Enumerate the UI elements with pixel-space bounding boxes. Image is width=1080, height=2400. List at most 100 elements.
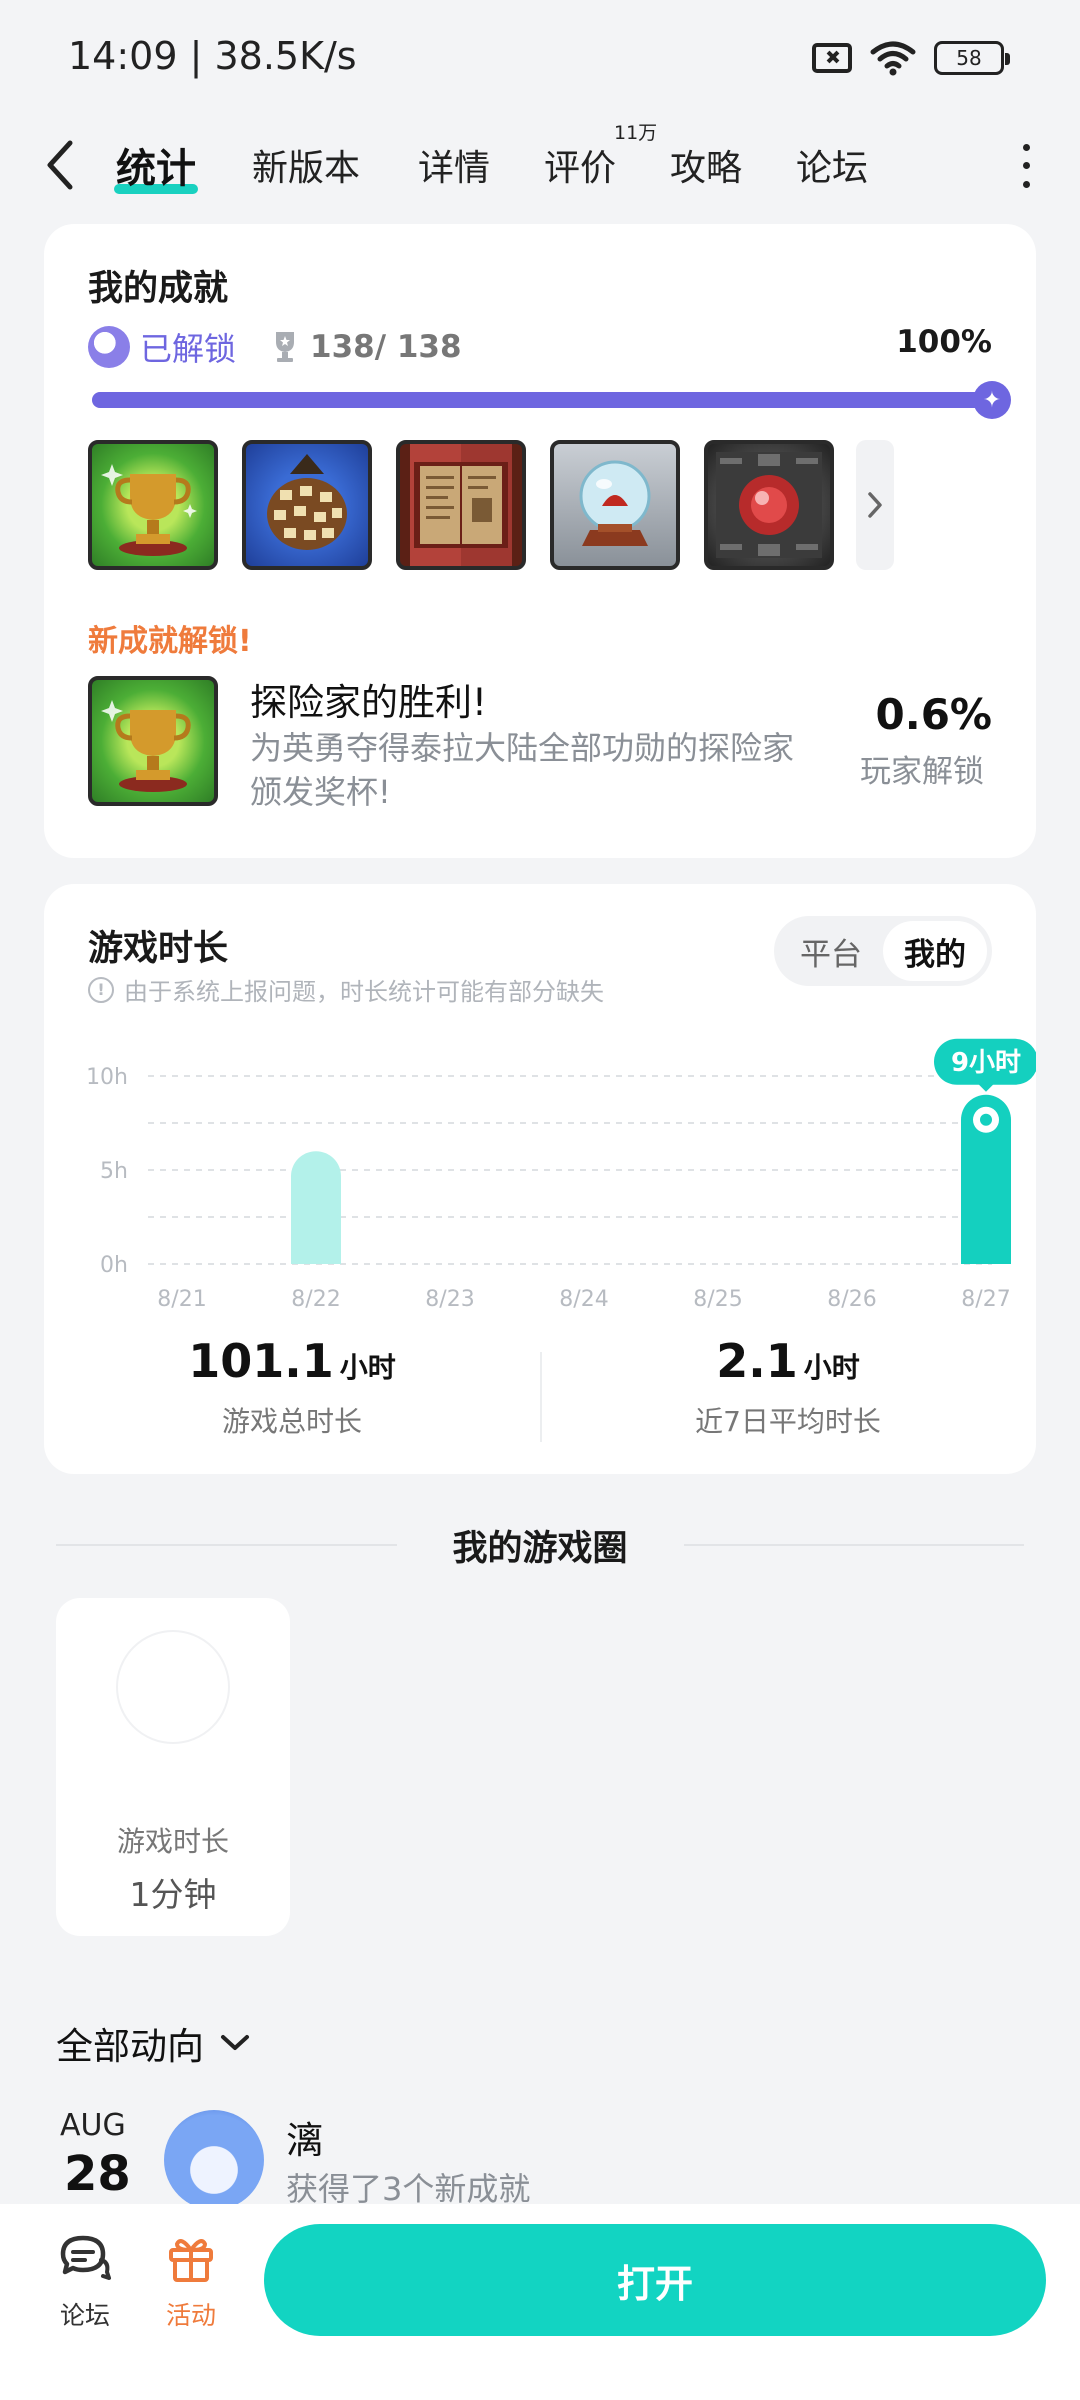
game-circle-card[interactable]: 游戏时长 1分钟 bbox=[56, 1598, 290, 1936]
more-dot bbox=[1022, 143, 1030, 151]
bar bbox=[291, 1151, 341, 1264]
crystal-ball-badge-icon[interactable] bbox=[550, 440, 680, 570]
divider-line bbox=[683, 1544, 1025, 1546]
new-achievement-description: 为英勇夺得泰拉大陆全部功勋的探险家颁发奖杯! bbox=[250, 729, 795, 811]
reviews-count-badge: 11万 bbox=[614, 122, 658, 144]
avg-playtime-label: 近7日平均时长 bbox=[695, 1405, 881, 1438]
achievements-title: 我的成就 bbox=[88, 269, 229, 309]
feed-date-day: 28 bbox=[64, 2146, 131, 2202]
circle-card-value: 1分钟 bbox=[129, 1875, 217, 1914]
more-dot bbox=[1022, 181, 1030, 189]
open-game-button[interactable]: 打开 bbox=[264, 2224, 1046, 2336]
y-tick-label: 0h bbox=[100, 1253, 128, 1278]
tab-stats[interactable]: 统计 bbox=[114, 130, 198, 200]
gift-icon bbox=[169, 2239, 213, 2282]
tab-new-version-label: 新版本 bbox=[252, 148, 361, 189]
user-avatar[interactable] bbox=[164, 2110, 264, 2210]
feed-username[interactable]: 漓 bbox=[286, 2110, 323, 2164]
new-achievement-badge-icon[interactable] bbox=[88, 676, 218, 806]
back-arrow-icon bbox=[47, 140, 73, 190]
wifi-icon bbox=[870, 40, 916, 76]
feed-date-month: AUG bbox=[60, 2108, 126, 2143]
book-art bbox=[414, 462, 508, 548]
playtime-card: 游戏时长 平台 我的 ! 由于系统上报问题，时长统计可能有部分缺失 0h 5h 10… bbox=[44, 884, 1036, 1474]
playtime-scope-toggle[interactable]: 平台 我的 bbox=[774, 916, 992, 986]
x-tick-label: 8/21 bbox=[157, 1287, 206, 1312]
game-circle-header: 我的游戏圈 bbox=[56, 1520, 1025, 1570]
total-playtime: 101.1 小时 游戏总时长 bbox=[44, 1334, 540, 1440]
achievement-progress-fill bbox=[92, 392, 992, 408]
tab-stats-label: 统计 bbox=[116, 146, 196, 192]
bar-highlight-marker-dot bbox=[980, 1113, 992, 1126]
divider-line bbox=[56, 1544, 397, 1546]
circle-placeholder-icon bbox=[116, 1630, 230, 1744]
x-tick-label: 8/25 bbox=[693, 1287, 742, 1312]
x-tick-label: 8/27 bbox=[961, 1287, 1010, 1312]
forum-label: 论坛 bbox=[59, 2301, 110, 2330]
top-nav: 统计 新版本 详情 评价 11万 攻略 论坛 bbox=[0, 116, 1080, 226]
more-badges-button[interactable] bbox=[856, 440, 894, 570]
tab-reviews[interactable]: 评价 bbox=[544, 130, 616, 200]
unlock-mascot-icon bbox=[88, 326, 130, 368]
crystal-ball-art bbox=[579, 460, 651, 546]
tab-details-label: 详情 bbox=[418, 148, 491, 189]
treasure-bag-art bbox=[267, 454, 347, 550]
new-achievement-rarity-label: 玩家解锁 bbox=[860, 754, 984, 790]
book-badge-icon[interactable] bbox=[396, 440, 526, 570]
x-tick-label: 8/26 bbox=[827, 1287, 876, 1312]
tab-details[interactable]: 详情 bbox=[418, 130, 490, 200]
status-time: 14:09 | 38.5K/s bbox=[68, 34, 357, 78]
x-tick-label: 8/22 bbox=[291, 1287, 340, 1312]
new-achievement-title: 探险家的胜利! bbox=[250, 681, 487, 724]
x-tick-label: 8/24 bbox=[559, 1287, 608, 1312]
back-button[interactable] bbox=[44, 130, 88, 200]
game-circle-title: 我的游戏圈 bbox=[452, 1528, 628, 1569]
total-playtime-unit: 小时 bbox=[339, 1351, 396, 1384]
battery-level: 58 bbox=[956, 46, 982, 70]
new-achievement-label: 新成就解锁! bbox=[88, 624, 252, 659]
feed-filter-dropdown[interactable]: 全部动向 bbox=[56, 2016, 250, 2070]
toggle-mine[interactable]: 我的 bbox=[883, 921, 987, 981]
bar-tooltip-pointer bbox=[978, 1083, 994, 1092]
achievement-badges bbox=[88, 440, 894, 570]
chevron-down-icon bbox=[221, 2035, 249, 2050]
red-gem-badge-icon[interactable] bbox=[704, 440, 834, 570]
playtime-title: 游戏时长 bbox=[88, 929, 229, 969]
avg-playtime-unit: 小时 bbox=[803, 1351, 860, 1384]
status-bar: 14:09 | 38.5K/s 58 bbox=[0, 0, 1080, 116]
more-menu-button[interactable] bbox=[1016, 138, 1036, 194]
achievement-percent: 100% bbox=[896, 324, 992, 360]
tab-new-version[interactable]: 新版本 bbox=[252, 130, 360, 200]
avg-playtime: 2.1 小时 近7日平均时长 bbox=[540, 1334, 1036, 1440]
new-achievement-rarity: 0.6% bbox=[875, 690, 992, 739]
x-tick-label: 8/23 bbox=[425, 1287, 474, 1312]
more-dot bbox=[1022, 162, 1030, 170]
circle-card-label: 游戏时长 bbox=[116, 1825, 229, 1858]
y-tick-label: 5h bbox=[100, 1159, 128, 1184]
playtime-notice: ! 由于系统上报问题，时长统计可能有部分缺失 bbox=[88, 972, 604, 1007]
achievement-progress-bar: ✦ bbox=[92, 381, 1011, 419]
toggle-platform[interactable]: 平台 bbox=[779, 921, 883, 981]
progress-sparkle-icon: ✦ bbox=[973, 381, 1011, 419]
total-playtime-label: 游戏总时长 bbox=[221, 1405, 362, 1438]
achievement-count: 138/ 138 bbox=[310, 329, 462, 365]
chevron-right-icon bbox=[868, 492, 882, 518]
forum-button[interactable]: 论坛 bbox=[40, 2232, 130, 2332]
tab-guides[interactable]: 攻略 bbox=[670, 130, 742, 200]
unlock-row: 已解锁 138/ 138 bbox=[88, 324, 462, 370]
activity-button[interactable]: 活动 bbox=[146, 2232, 236, 2332]
red-gem-art bbox=[716, 452, 822, 558]
bar-tooltip-label: 9小时 bbox=[951, 1048, 1021, 1078]
treasure-bag-badge-icon[interactable] bbox=[242, 440, 372, 570]
battery-icon: 58 bbox=[934, 41, 1010, 75]
trophy-badge-icon[interactable] bbox=[88, 440, 218, 570]
trophy-badge-art bbox=[101, 464, 197, 556]
tab-reviews-label: 评价 bbox=[544, 148, 617, 189]
bottom-action-bar: 论坛 活动 打开 bbox=[0, 2204, 1080, 2400]
tab-forum[interactable]: 论坛 bbox=[796, 130, 868, 200]
tab-forum-label: 论坛 bbox=[796, 148, 869, 189]
feed-filter-label: 全部动向 bbox=[56, 2025, 204, 2068]
achievements-card[interactable]: 我的成就 已解锁 138/ 138 100% ✦ 新成就解锁! 探险家的胜利! … bbox=[44, 224, 1036, 858]
forum-chat-icon bbox=[60, 2235, 111, 2280]
trophy-badge-art bbox=[101, 700, 191, 792]
